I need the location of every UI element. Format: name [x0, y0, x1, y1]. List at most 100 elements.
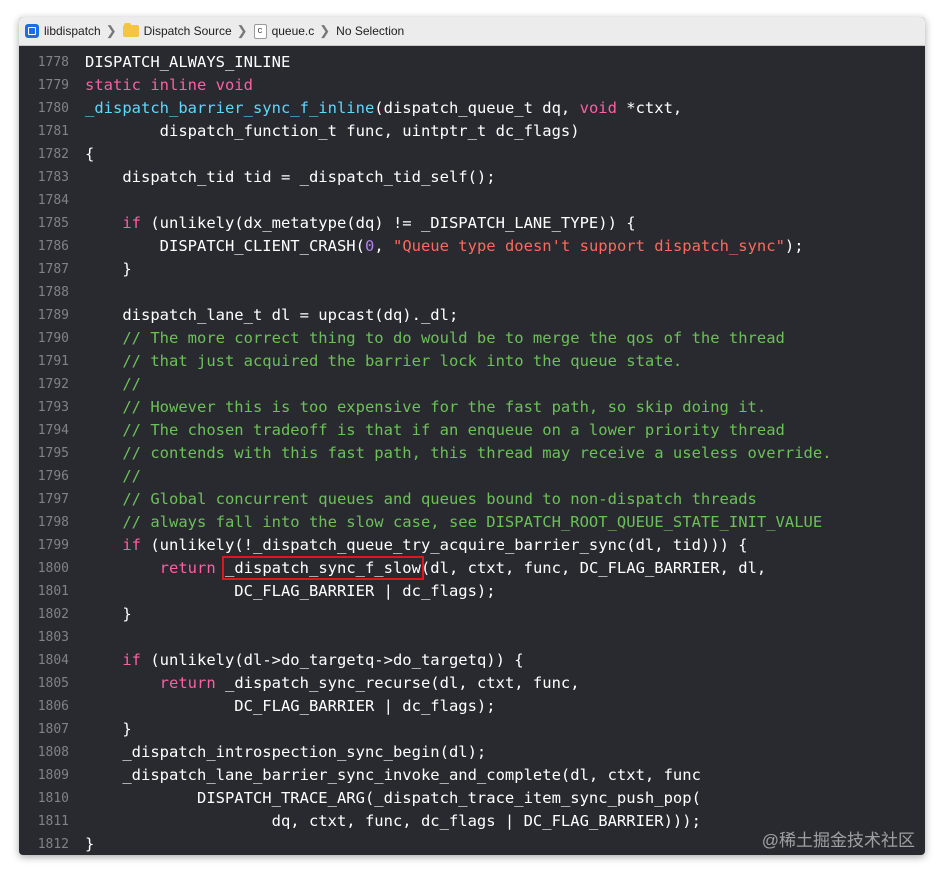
- code-text: // Global concurrent queues and queues b…: [85, 488, 757, 511]
- code-line[interactable]: 1802 }: [19, 603, 925, 626]
- line-number: 1782: [37, 147, 69, 162]
- line-number: 1808: [37, 745, 69, 760]
- code-line[interactable]: 1793 // However this is too expensive fo…: [19, 396, 925, 419]
- line-number: 1781: [37, 124, 69, 139]
- line-number: 1792: [37, 377, 69, 392]
- line-number: 1788: [37, 285, 69, 300]
- code-text: DC_FLAG_BARRIER | dc_flags);: [85, 695, 495, 718]
- code-line[interactable]: 1785 if (unlikely(dx_metatype(dq) != _DI…: [19, 212, 925, 235]
- line-number: 1798: [37, 515, 69, 530]
- line-number: 1812: [37, 837, 69, 852]
- line-number: 1811: [37, 814, 69, 829]
- line-number: 1810: [37, 791, 69, 806]
- code-line[interactable]: 1809 _dispatch_lane_barrier_sync_invoke_…: [19, 764, 925, 787]
- code-line[interactable]: 1787 }: [19, 258, 925, 281]
- code-line[interactable]: 1807 }: [19, 718, 925, 741]
- code-token: }: [85, 720, 132, 738]
- code-token: ,: [374, 237, 393, 255]
- breadcrumb-project[interactable]: libdispatch: [25, 24, 101, 38]
- code-line[interactable]: 1794 // The chosen tradeoff is that if a…: [19, 419, 925, 442]
- code-token: if: [122, 651, 141, 669]
- code-token: _dispatch_barrier_sync_f_inline: [85, 99, 375, 117]
- code-line[interactable]: 1810 DISPATCH_TRACE_ARG(_dispatch_trace_…: [19, 787, 925, 810]
- line-number: 1793: [37, 400, 69, 415]
- folder-icon: [122, 23, 139, 37]
- breadcrumb-selection[interactable]: No Selection: [336, 24, 404, 38]
- breadcrumb-group[interactable]: Dispatch Source: [122, 23, 232, 38]
- code-text: // The more correct thing to do would be…: [85, 327, 785, 350]
- code-text: // always fall into the slow case, see D…: [85, 511, 822, 534]
- code-text: dq, ctxt, func, dc_flags | DC_FLAG_BARRI…: [85, 810, 701, 833]
- code-line[interactable]: 1806 DC_FLAG_BARRIER | dc_flags);: [19, 695, 925, 718]
- line-number: 1796: [37, 469, 69, 484]
- code-line[interactable]: 1780 _dispatch_barrier_sync_f_inline(disp…: [19, 97, 925, 120]
- code-token: (unlikely(dl->do_targetq->do_targetq)) {: [141, 651, 524, 669]
- code-token: // The more correct thing to do would be…: [85, 329, 785, 347]
- breadcrumb-chevron-icon: ❯: [319, 23, 331, 38]
- code-token: }: [85, 260, 132, 278]
- code-line[interactable]: 1778 DISPATCH_ALWAYS_INLINE: [19, 51, 925, 74]
- code-line[interactable]: 1808 _dispatch_introspection_sync_begin(…: [19, 741, 925, 764]
- code-token: }: [85, 835, 95, 853]
- code-token: _dispatch_introspection_sync_begin(dl);: [85, 743, 487, 761]
- code-token: dq, ctxt, func, dc_flags | DC_FLAG_BARRI…: [85, 812, 701, 830]
- code-token: dispatch_lane_t dl = upcast(dq)._dl;: [85, 306, 459, 324]
- breadcrumb-file[interactable]: c queue.c: [253, 23, 314, 39]
- code-line[interactable]: 1779 static inline void: [19, 74, 925, 97]
- code-text: dispatch_tid tid = _dispatch_tid_self();: [85, 166, 495, 189]
- line-number: 1800: [37, 561, 69, 576]
- line-number: 1807: [37, 722, 69, 737]
- code-token: "Queue type doesn't support dispatch_syn…: [392, 237, 785, 255]
- code-line[interactable]: 1797 // Global concurrent queues and que…: [19, 488, 925, 511]
- code-text: DISPATCH_ALWAYS_INLINE: [85, 51, 290, 74]
- code-token: (unlikely(dx_metatype(dq) != _DISPATCH_L…: [141, 214, 636, 232]
- code-token: dispatch_function_t func, uintptr_t dc_f…: [85, 122, 580, 140]
- code-line[interactable]: 1798 // always fall into the slow case, …: [19, 511, 925, 534]
- line-number: 1785: [37, 216, 69, 231]
- code-token: _dispatch_lane_barrier_sync_invoke_and_c…: [85, 766, 701, 784]
- code-token: );: [784, 237, 804, 255]
- code-line[interactable]: 1795 // contends with this fast path, th…: [19, 442, 925, 465]
- code-token: (dl, ctxt, func, DC_FLAG_BARRIER, dl,: [420, 559, 767, 577]
- code-text: if (unlikely(dx_metatype(dq) != _DISPATC…: [85, 212, 636, 235]
- code-text: }: [85, 603, 132, 626]
- code-line[interactable]: 1784: [19, 189, 925, 212]
- breadcrumb-chevron-icon: ❯: [236, 23, 248, 38]
- code-text: // contends with this fast path, this th…: [85, 442, 831, 465]
- code-text: _dispatch_introspection_sync_begin(dl);: [85, 741, 486, 764]
- code-line[interactable]: 1782 {: [19, 143, 925, 166]
- line-number: 1794: [37, 423, 69, 438]
- source-editor[interactable]: 1778 DISPATCH_ALWAYS_INLINE 1779 static inl…: [19, 46, 925, 855]
- code-line[interactable]: 1789 dispatch_lane_t dl = upcast(dq)._dl…: [19, 304, 925, 327]
- code-text: dispatch_lane_t dl = upcast(dq)._dl;: [85, 304, 458, 327]
- code-token: }: [85, 605, 132, 623]
- code-token: _dispatch_sync_recurse(dl, ctxt, func,: [215, 674, 580, 692]
- code-line[interactable]: 1781 dispatch_function_t func, uintptr_t…: [19, 120, 925, 143]
- code-line[interactable]: 1801 DC_FLAG_BARRIER | dc_flags);: [19, 580, 925, 603]
- code-line[interactable]: 1804 if (unlikely(dl->do_targetq->do_tar…: [19, 649, 925, 672]
- code-line[interactable]: 1796 //: [19, 465, 925, 488]
- code-text: }: [85, 718, 132, 741]
- code-text: return _dispatch_sync_f_slow(dl, ctxt, f…: [85, 556, 767, 580]
- code-line[interactable]: 1800 return _dispatch_sync_f_slow(dl, ct…: [19, 556, 925, 580]
- line-number: 1805: [37, 676, 69, 691]
- code-line[interactable]: 1799 if (unlikely(!_dispatch_queue_try_a…: [19, 534, 925, 557]
- code-text: // The chosen tradeoff is that if an enq…: [85, 419, 785, 442]
- code-line[interactable]: 1792 //: [19, 373, 925, 396]
- code-line[interactable]: 1791 // that just acquired the barrier l…: [19, 350, 925, 373]
- code-line[interactable]: 1788: [19, 281, 925, 304]
- code-line[interactable]: 1786 DISPATCH_CLIENT_CRASH(0, "Queue typ…: [19, 235, 925, 258]
- code-token: (unlikely(!_dispatch_queue_try_acquire_b…: [141, 536, 748, 554]
- code-text: }: [85, 258, 132, 281]
- code-line[interactable]: 1805 return _dispatch_sync_recurse(dl, c…: [19, 672, 925, 695]
- code-token: return: [159, 674, 216, 692]
- code-line[interactable]: 1803: [19, 626, 925, 649]
- code-line[interactable]: 1783 dispatch_tid tid = _dispatch_tid_se…: [19, 166, 925, 189]
- line-number: 1809: [37, 768, 69, 783]
- code-line[interactable]: 1790 // The more correct thing to do wou…: [19, 327, 925, 350]
- highlighted-function-call: _dispatch_sync_f_slow: [222, 556, 424, 580]
- breadcrumb-group-label: Dispatch Source: [143, 24, 232, 38]
